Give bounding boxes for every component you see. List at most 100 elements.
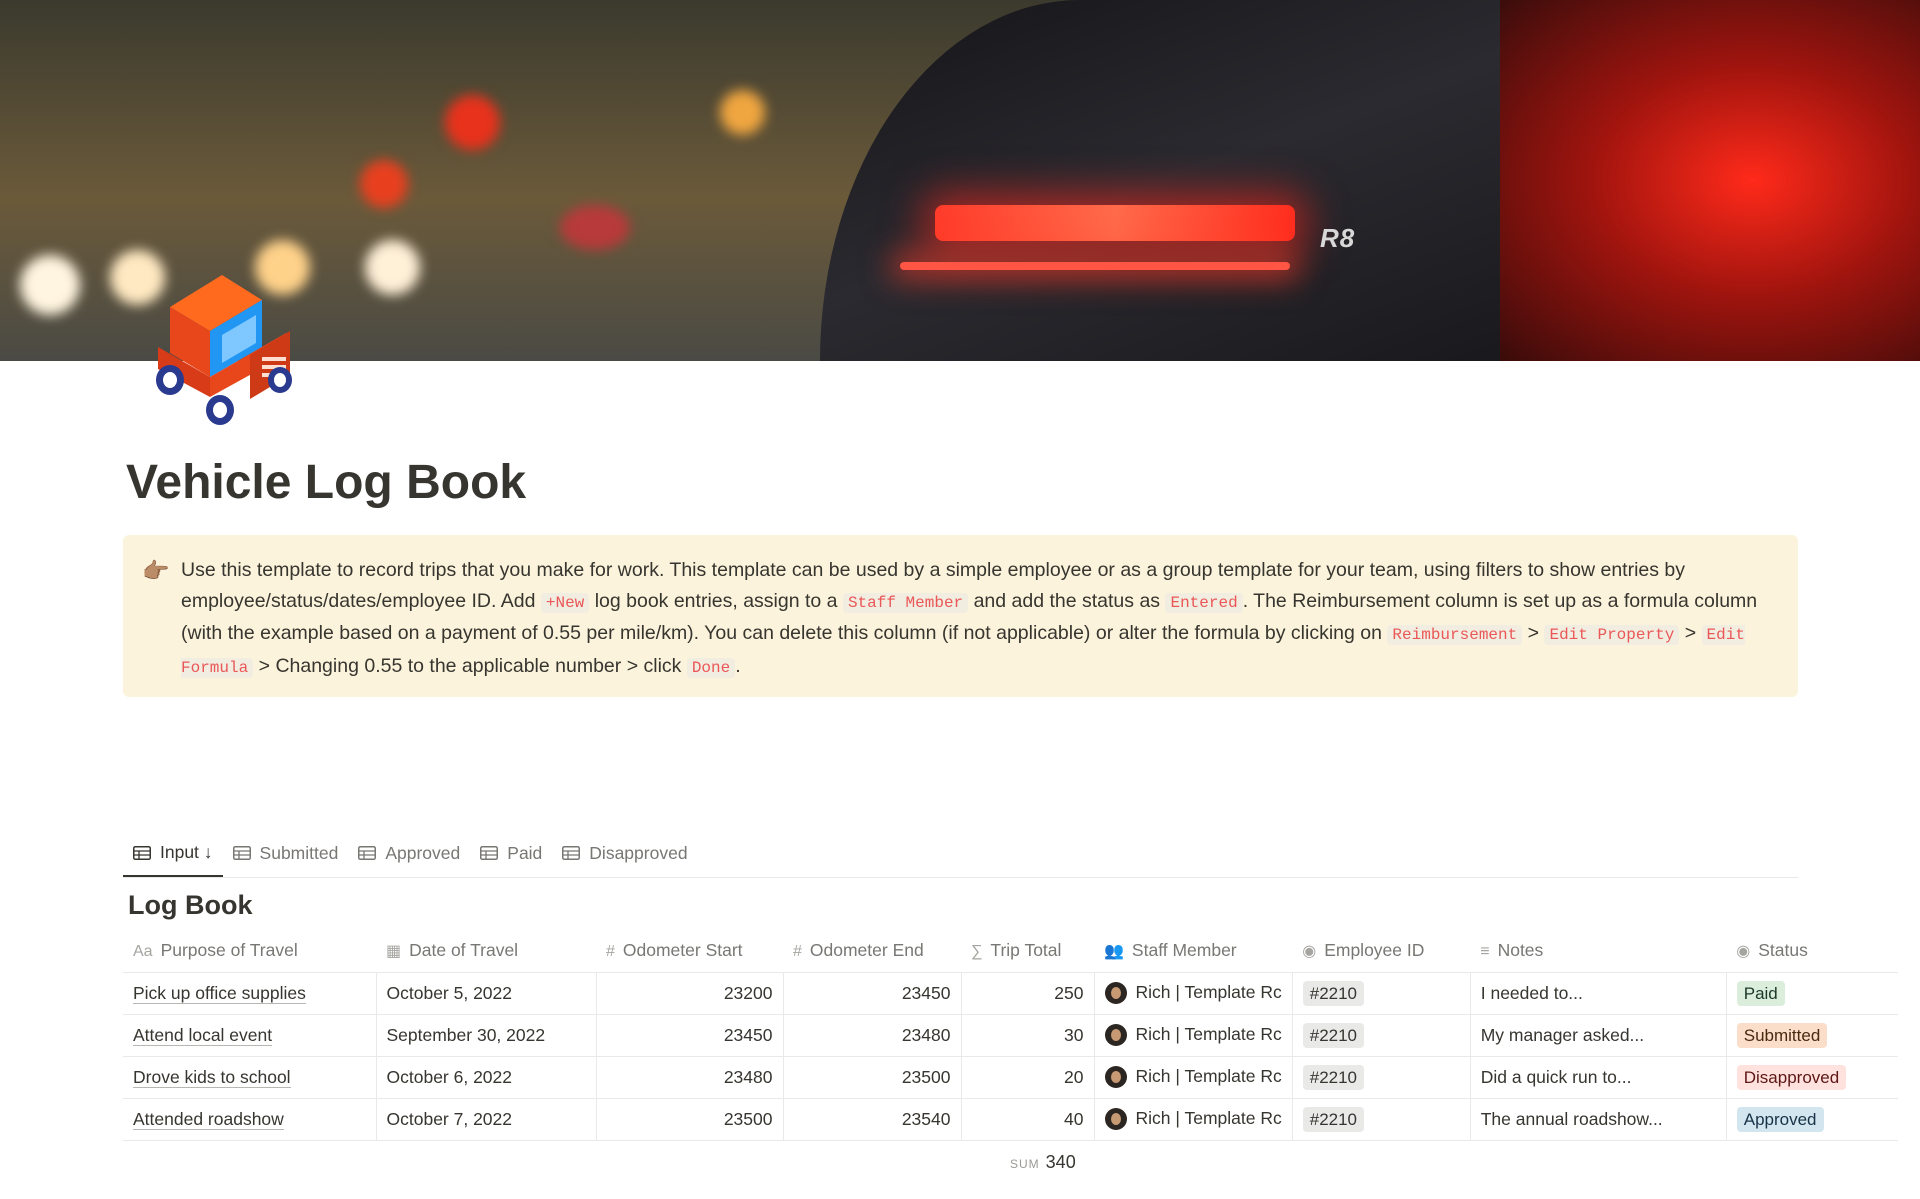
cell-odometer-end[interactable]: 23450 xyxy=(783,972,962,1015)
cell-purpose[interactable]: Drove kids to school xyxy=(123,1056,377,1099)
text-lines-icon: ≡ xyxy=(1480,942,1490,960)
staff-name: Rich | Template Rc xyxy=(1135,1108,1282,1129)
staff-name: Rich | Template Rc xyxy=(1135,1024,1282,1045)
sum-label: SUM xyxy=(1010,1157,1040,1171)
truck-icon[interactable] xyxy=(140,265,300,435)
trip-total-sum[interactable]: SUM 340 xyxy=(1010,1152,1076,1173)
select-icon: ◉ xyxy=(1302,942,1317,960)
cell-employee-id[interactable]: #2210 xyxy=(1292,972,1471,1015)
row-title-link[interactable]: Attend local event xyxy=(133,1025,273,1046)
cell-staff-member[interactable]: Rich | Template Rc xyxy=(1094,1014,1293,1057)
tab-submitted[interactable]: Submitted xyxy=(223,830,349,876)
car-lights-right xyxy=(1500,0,1920,361)
cell-purpose[interactable]: Attend local event xyxy=(123,1014,377,1057)
status-icon: ◉ xyxy=(1736,942,1751,960)
employee-id-tag: #2210 xyxy=(1302,1065,1365,1090)
column-label: Notes xyxy=(1497,939,1544,960)
tail-light-strip xyxy=(900,262,1290,270)
tab-label: Paid xyxy=(507,842,543,863)
column-header-staff-member[interactable]: 👥 Staff Member xyxy=(1094,928,1293,973)
status-badge: Disapproved xyxy=(1736,1065,1847,1090)
status-badge: Submitted xyxy=(1736,1023,1828,1048)
table-icon xyxy=(562,846,581,860)
tab-disapproved[interactable]: Disapproved xyxy=(552,830,697,876)
cell-staff-member[interactable]: Rich | Template Rc xyxy=(1094,1098,1293,1141)
table-icon xyxy=(133,845,151,860)
table-header-row: Aa Purpose of Travel ▦ Date of Travel # Odo… xyxy=(123,928,1899,973)
status-badge: Paid xyxy=(1736,981,1785,1006)
column-header-employee-id[interactable]: ◉ Employee ID xyxy=(1292,928,1471,973)
cell-notes[interactable]: The annual roadshow... xyxy=(1470,1098,1727,1141)
cell-status[interactable]: Disapproved xyxy=(1726,1056,1899,1099)
cell-odometer-start[interactable]: 23480 xyxy=(596,1056,784,1099)
employee-id-tag: #2210 xyxy=(1302,1107,1365,1132)
column-header-date[interactable]: ▦ Date of Travel xyxy=(376,928,596,973)
column-header-status[interactable]: ◉ Status xyxy=(1726,928,1899,973)
number-icon: # xyxy=(793,942,802,960)
column-label: Odometer End xyxy=(809,939,924,960)
cell-odometer-end[interactable]: 23500 xyxy=(783,1056,962,1099)
cell-odometer-start[interactable]: 23200 xyxy=(596,972,784,1015)
cell-purpose[interactable]: Pick up office supplies xyxy=(123,972,377,1015)
cell-notes[interactable]: Did a quick run to... xyxy=(1470,1056,1727,1099)
cell-notes[interactable]: My manager asked... xyxy=(1470,1014,1727,1057)
table-row[interactable]: Drove kids to school October 6, 2022 23480… xyxy=(123,1056,1899,1099)
column-header-odometer-end[interactable]: # Odometer End xyxy=(783,928,961,973)
bokeh-light xyxy=(20,255,80,315)
tab-paid[interactable]: Paid xyxy=(470,830,552,876)
column-header-trip-total[interactable]: ∑ Trip Total xyxy=(961,928,1094,973)
cell-date[interactable]: September 30, 2022 xyxy=(376,1014,597,1057)
tab-input[interactable]: Input ↓ xyxy=(123,830,223,877)
code-done: Done xyxy=(686,657,736,678)
people-icon: 👥 xyxy=(1104,942,1124,960)
column-label: Trip Total xyxy=(990,939,1062,960)
cell-purpose[interactable]: Attended roadshow xyxy=(123,1098,377,1141)
column-label: Staff Member xyxy=(1131,939,1237,960)
cell-odometer-end[interactable]: 23540 xyxy=(783,1098,962,1141)
cell-status[interactable]: Submitted xyxy=(1726,1014,1899,1057)
callout-text: > xyxy=(1679,622,1702,644)
cell-date[interactable]: October 5, 2022 xyxy=(376,972,597,1015)
staff-name: Rich | Template Rc xyxy=(1135,982,1282,1003)
cell-odometer-end[interactable]: 23480 xyxy=(783,1014,962,1057)
column-label: Status xyxy=(1758,939,1808,960)
row-title-link[interactable]: Pick up office supplies xyxy=(133,983,306,1004)
table-row[interactable]: Attend local event September 30, 2022 2345… xyxy=(123,1014,1899,1057)
sigma-icon: ∑ xyxy=(971,942,983,960)
cell-date[interactable]: October 7, 2022 xyxy=(376,1098,597,1141)
avatar xyxy=(1104,1107,1127,1130)
table-icon xyxy=(480,846,499,860)
cell-staff-member[interactable]: Rich | Template Rc xyxy=(1094,972,1293,1015)
avatar xyxy=(1104,1065,1127,1088)
callout-text: > Changing 0.55 to the applicable number… xyxy=(253,654,687,677)
cell-employee-id[interactable]: #2210 xyxy=(1292,1056,1471,1099)
callout-text: > xyxy=(1522,622,1545,644)
row-title-link[interactable]: Drove kids to school xyxy=(133,1067,291,1088)
table-row[interactable]: Attended roadshow October 7, 2022 23500 235… xyxy=(123,1098,1899,1141)
employee-id-tag: #2210 xyxy=(1302,981,1365,1006)
pointing-hand-icon[interactable]: 👉🏽 xyxy=(142,556,169,587)
cell-status[interactable]: Paid xyxy=(1726,972,1899,1015)
table-icon xyxy=(232,846,251,860)
row-title-link[interactable]: Attended roadshow xyxy=(133,1109,284,1130)
column-header-notes[interactable]: ≡ Notes xyxy=(1470,928,1727,973)
bokeh-light xyxy=(365,240,420,295)
cell-employee-id[interactable]: #2210 xyxy=(1292,1014,1471,1057)
code-edit-property: Edit Property xyxy=(1544,625,1680,645)
column-header-purpose[interactable]: Aa Purpose of Travel xyxy=(123,928,376,973)
cell-notes[interactable]: I needed to... xyxy=(1470,972,1727,1015)
cell-odometer-start[interactable]: 23450 xyxy=(596,1014,784,1057)
database-title[interactable]: Log Book xyxy=(128,890,252,921)
column-header-odometer-start[interactable]: # Odometer Start xyxy=(596,928,783,973)
calendar-icon: ▦ xyxy=(386,942,402,960)
cell-date[interactable]: October 6, 2022 xyxy=(376,1056,597,1099)
table-row[interactable]: Pick up office supplies October 5, 2022 23… xyxy=(123,972,1899,1015)
code-staff-member: Staff Member xyxy=(842,592,969,613)
cell-status[interactable]: Approved xyxy=(1726,1098,1899,1141)
tab-approved[interactable]: Approved xyxy=(348,830,470,876)
cell-staff-member[interactable]: Rich | Template Rc xyxy=(1094,1056,1293,1099)
cell-employee-id[interactable]: #2210 xyxy=(1292,1098,1471,1141)
cell-trip-total: 250 xyxy=(961,972,1095,1015)
column-label: Odometer Start xyxy=(622,939,743,960)
cell-odometer-start[interactable]: 23500 xyxy=(596,1098,784,1141)
